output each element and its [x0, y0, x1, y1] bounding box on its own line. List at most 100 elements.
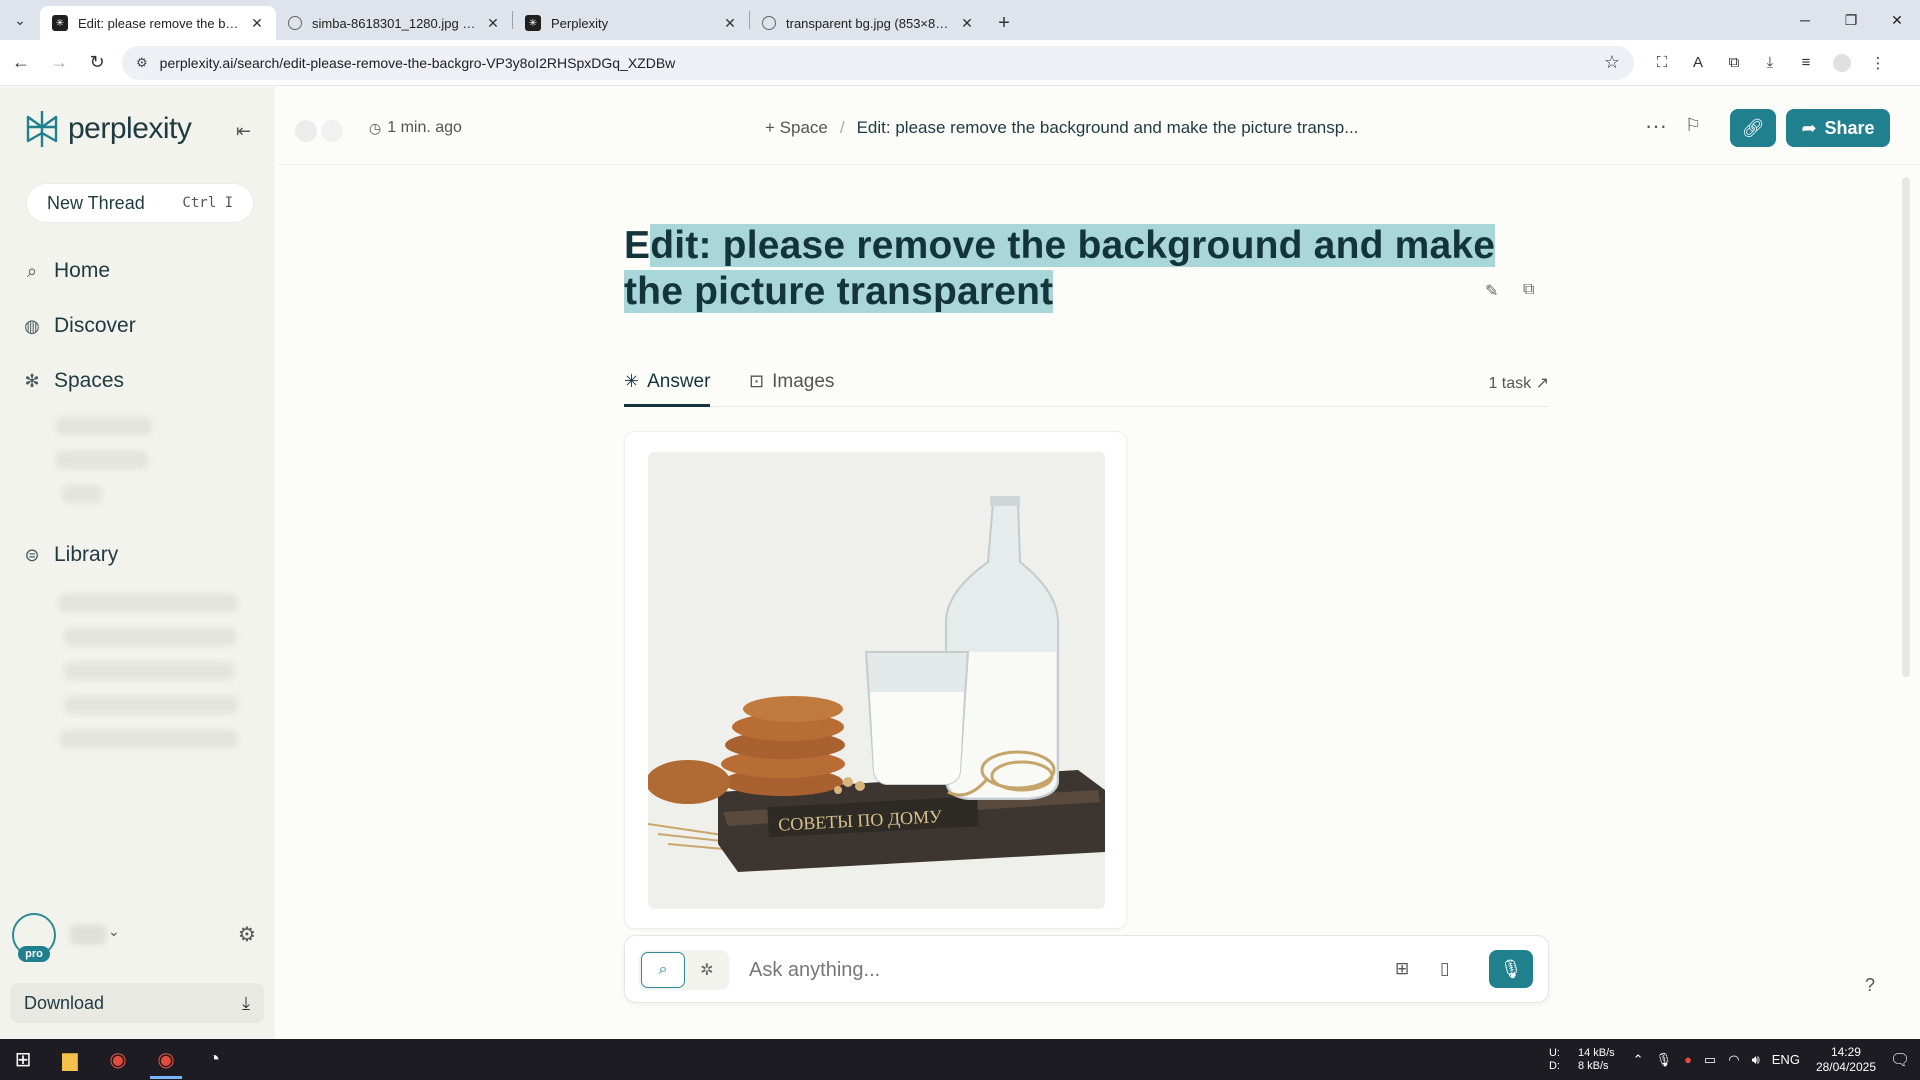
reload-icon[interactable]: ↻ [80, 46, 114, 80]
query-first-char: E [624, 224, 651, 267]
recorder-icon[interactable]: ◔ [190, 1039, 238, 1080]
close-icon[interactable]: ✕ [958, 15, 976, 32]
site-info-icon[interactable]: ⚙ [136, 55, 148, 71]
recording-icon[interactable]: ● [1684, 1052, 1692, 1067]
blurred-library-item[interactable] [60, 730, 238, 748]
file-explorer-icon[interactable]: ▆ [46, 1039, 94, 1080]
close-window-icon[interactable]: ✕ [1874, 0, 1920, 40]
browser-tab-3[interactable]: ✳ Perplexity ✕ [513, 6, 749, 40]
microphone-icon: 🎙︎ [1499, 958, 1523, 979]
perplexity-icon: ✳ [525, 15, 541, 31]
volume-icon[interactable]: 🔊︎ [1752, 1052, 1760, 1068]
display-icon[interactable]: ▭ [1704, 1052, 1716, 1068]
screenshot-icon[interactable]: ⛶ [1644, 46, 1680, 80]
notification-icon[interactable]: 🗨︎ [1890, 1050, 1920, 1070]
browser-tab-4[interactable]: transparent bg.jpg (853×853) ✕ [750, 6, 986, 40]
sidebar-item-label: Spaces [54, 369, 125, 392]
close-icon[interactable]: ✕ [721, 15, 739, 32]
omnibox[interactable]: ⚙ perplexity.ai/search/edit-please-remov… [122, 45, 1634, 80]
blurred-library-item[interactable] [64, 628, 236, 646]
tab-answer[interactable]: ✳ Answer [624, 371, 711, 407]
search-mode-button[interactable]: ⌕ [641, 952, 685, 988]
help-button[interactable]: ? [1865, 975, 1875, 996]
breadcrumb-thread-title[interactable]: Edit: please remove the background and m… [857, 118, 1359, 138]
taskbar-clock[interactable]: 14:29 28/04/2025 [1816, 1045, 1876, 1075]
more-options-icon[interactable]: ··· [1645, 113, 1667, 139]
close-icon[interactable]: ✕ [248, 15, 266, 32]
sidebar-item-label: Discover [54, 314, 136, 337]
ask-input[interactable] [749, 950, 1389, 990]
language-indicator[interactable]: ENG [1772, 1052, 1800, 1067]
breadcrumb: + Space / Edit: please remove the backgr… [765, 118, 1358, 138]
perplexity-logo[interactable]: perplexity [24, 109, 192, 149]
share-button[interactable]: ➦ Share [1786, 109, 1890, 147]
spaces-icon: ✻ [24, 370, 40, 391]
restore-icon[interactable]: ❐ [1828, 0, 1874, 40]
blurred-library-item[interactable] [64, 696, 238, 714]
sidebar: perplexity ⇤ New Thread Ctrl I ⌕ Home ◍ … [0, 87, 275, 1039]
deep-research-mode-button[interactable]: ✲ [687, 952, 727, 988]
minimize-icon[interactable]: ─ [1782, 0, 1828, 40]
media-icon[interactable]: ≡ [1788, 46, 1824, 80]
new-tab-button[interactable]: + [986, 6, 1022, 40]
download-label: Download [24, 992, 105, 1013]
answer-tabs: ✳ Answer ⊡ Images 1 task ↗ [624, 363, 1549, 407]
tab-images[interactable]: ⊡ Images [749, 371, 834, 407]
globe-icon [762, 16, 776, 30]
breadcrumb-separator: / [839, 118, 845, 137]
sidebar-item-library[interactable]: ⊜ Library [22, 539, 118, 571]
edit-query-icon[interactable]: ✎ [1485, 281, 1498, 301]
back-arrow-icon[interactable]: ← [4, 46, 38, 80]
sidebar-item-home[interactable]: ⌕ Home [22, 255, 110, 287]
copy-query-icon[interactable]: ⧉ [1523, 281, 1534, 299]
chrome-icon[interactable]: ◉ [142, 1039, 190, 1080]
forward-arrow-icon[interactable]: → [42, 46, 76, 80]
tab-search-chevron-icon[interactable]: ⌄ [0, 0, 40, 40]
scrollbar[interactable] [1902, 177, 1910, 677]
blurred-space-item[interactable] [56, 417, 152, 435]
address-bar: ← → ↻ ⚙ perplexity.ai/search/edit-please… [0, 40, 1920, 86]
url-text[interactable]: perplexity.ai/search/edit-please-remove-… [160, 55, 1604, 71]
browser-tab-2[interactable]: simba-8618301_1280.jpg (851× ✕ [276, 6, 512, 40]
bookmark-star-icon[interactable]: ☆ [1604, 52, 1620, 73]
browser-tab-1[interactable]: ✳ Edit: please remove the backgro ✕ [40, 6, 276, 40]
sidebar-item-spaces[interactable]: ✻ Spaces [22, 365, 124, 397]
attach-file-icon[interactable]: ▯ [1440, 959, 1449, 979]
download-app-button[interactable]: Download ⤓ [10, 983, 264, 1023]
windows-start-icon[interactable]: ⊞ [0, 1039, 46, 1080]
query-title[interactable]: Edit: please remove the background and m… [624, 223, 1504, 315]
browser-menu-icon[interactable]: ⋮ [1860, 46, 1896, 80]
blurred-library-item[interactable] [64, 662, 234, 680]
blurred-username[interactable] [70, 925, 106, 945]
close-icon[interactable]: ✕ [484, 15, 502, 32]
tray-chevron-icon[interactable]: ⌃ [1633, 1052, 1644, 1068]
sidebar-item-discover[interactable]: ◍ Discover [22, 310, 136, 342]
voice-mode-button[interactable]: 🎙︎ [1489, 950, 1533, 988]
microphone-icon[interactable]: 🎙︎ [1656, 1052, 1673, 1068]
generated-image[interactable]: СОВЕТЫ ПО ДОМУ [648, 452, 1105, 909]
blurred-library-item[interactable] [58, 594, 238, 612]
chevron-down-icon[interactable]: ⌄ [108, 923, 120, 940]
library-icon: ⊜ [24, 544, 40, 565]
extensions-icon[interactable]: ⧉ [1716, 46, 1752, 80]
downloads-icon[interactable]: ⤓ [1752, 46, 1788, 80]
search-mode-toggle: ⌕ ✲ [639, 950, 729, 990]
model-chip-icon[interactable]: ⊞ [1395, 959, 1409, 979]
gear-icon[interactable]: ⚙ [238, 922, 256, 947]
new-thread-button[interactable]: New Thread Ctrl I [26, 183, 254, 223]
globe-icon [288, 16, 302, 30]
generated-image-card: СОВЕТЫ ПО ДОМУ [624, 431, 1127, 929]
copy-link-button[interactable]: 🔗︎ [1730, 109, 1776, 147]
add-to-space-button[interactable]: + Space [765, 118, 828, 138]
collapse-sidebar-icon[interactable]: ⇤ [236, 121, 251, 142]
blurred-space-item[interactable] [56, 451, 148, 469]
profile-avatar[interactable] [1833, 53, 1851, 72]
task-link[interactable]: 1 task ↗ [1488, 373, 1549, 393]
browser-tab-bar: ⌄ ✳ Edit: please remove the backgro ✕ si… [0, 0, 1920, 40]
wifi-icon[interactable]: ◠ [1728, 1052, 1739, 1068]
blurred-space-item[interactable] [62, 485, 102, 503]
bookmark-icon[interactable]: ⚐ [1685, 115, 1701, 136]
download-label: D: [1548, 1059, 1560, 1072]
translate-icon[interactable]: A [1680, 46, 1716, 80]
chrome-icon[interactable]: ◉ [94, 1039, 142, 1080]
